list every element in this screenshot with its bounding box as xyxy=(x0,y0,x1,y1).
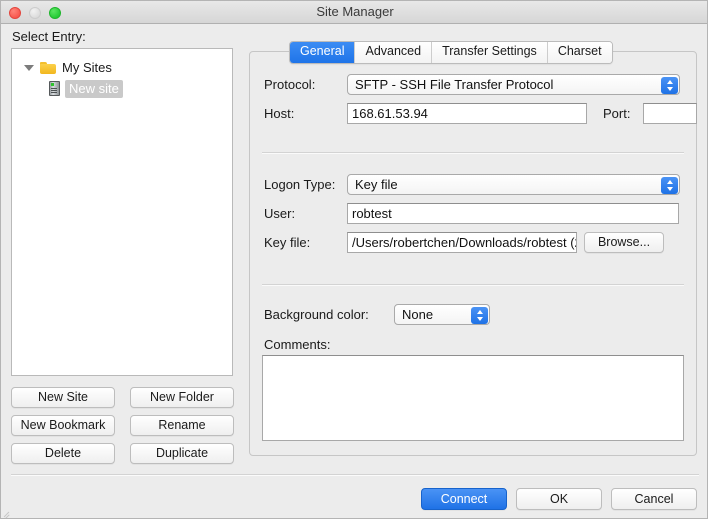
server-icon xyxy=(49,81,60,96)
chevron-updown-icon[interactable] xyxy=(661,176,678,194)
logon-type-label: Logon Type: xyxy=(264,177,336,192)
browse-button[interactable]: Browse... xyxy=(584,232,664,253)
window-title: Site Manager xyxy=(316,4,394,19)
background-color-label: Background color: xyxy=(264,307,369,322)
key-file-input[interactable]: /Users/robertchen/Downloads/robtest (2 xyxy=(347,232,577,253)
port-label: Port: xyxy=(603,106,631,121)
tab-charset[interactable]: Charset xyxy=(547,42,612,63)
folder-icon xyxy=(40,61,56,74)
host-label: Host: xyxy=(264,106,295,121)
tree-item-label: New site xyxy=(65,79,123,98)
connect-button[interactable]: Connect xyxy=(421,488,507,510)
ok-button[interactable]: OK xyxy=(516,488,602,510)
cancel-button[interactable]: Cancel xyxy=(611,488,697,510)
protocol-select[interactable]: SFTP - SSH File Transfer Protocol xyxy=(347,74,680,95)
site-tree-actions: New Site New Folder New Bookmark Rename … xyxy=(11,387,234,464)
site-tree[interactable]: My Sites New site xyxy=(11,48,233,376)
footer-actions: Connect OK Cancel xyxy=(421,488,697,510)
footer-divider xyxy=(11,474,699,476)
tree-item-label: My Sites xyxy=(62,60,112,75)
background-color-select[interactable]: None xyxy=(394,304,490,325)
divider-1 xyxy=(262,152,684,154)
logon-type-select[interactable]: Key file xyxy=(347,174,680,195)
key-file-row: Key file: /Users/robertchen/Downloads/ro… xyxy=(264,232,664,253)
host-input[interactable]: 168.61.53.94 xyxy=(347,103,587,124)
chevron-updown-icon[interactable] xyxy=(471,306,488,324)
new-folder-button[interactable]: New Folder xyxy=(130,387,234,408)
general-tab-panel: Protocol: SFTP - SSH File Transfer Proto… xyxy=(249,51,697,456)
rename-button[interactable]: Rename xyxy=(130,415,234,436)
user-row: User: robtest xyxy=(264,203,679,224)
port-input[interactable] xyxy=(643,103,697,124)
comments-label: Comments: xyxy=(264,337,331,352)
delete-button[interactable]: Delete xyxy=(11,443,115,464)
protocol-value: SFTP - SSH File Transfer Protocol xyxy=(355,77,554,92)
chevron-down-icon[interactable] xyxy=(24,62,35,73)
duplicate-button[interactable]: Duplicate xyxy=(130,443,234,464)
user-input[interactable]: robtest xyxy=(347,203,679,224)
host-row: Host: 168.61.53.94 Port: xyxy=(264,103,697,124)
divider-2 xyxy=(262,284,684,286)
comments-textarea[interactable] xyxy=(262,355,684,441)
resize-grip[interactable] xyxy=(3,508,12,517)
protocol-label: Protocol: xyxy=(264,77,316,92)
protocol-row: Protocol: SFTP - SSH File Transfer Proto… xyxy=(264,74,680,95)
tab-bar: General Advanced Transfer Settings Chars… xyxy=(289,41,613,64)
logon-type-value: Key file xyxy=(355,177,398,192)
tree-item-new-site[interactable]: New site xyxy=(12,79,232,98)
background-color-row: Background color: None xyxy=(264,304,490,325)
chevron-updown-icon[interactable] xyxy=(661,76,678,94)
title-bar: Site Manager xyxy=(1,1,707,24)
tab-general[interactable]: General xyxy=(290,42,356,63)
logon-type-row: Logon Type: Key file xyxy=(264,174,680,195)
new-site-button[interactable]: New Site xyxy=(11,387,115,408)
select-entry-label: Select Entry: xyxy=(12,29,86,44)
tree-item-my-sites[interactable]: My Sites xyxy=(12,58,232,77)
tab-advanced[interactable]: Advanced xyxy=(355,42,433,63)
background-color-value: None xyxy=(402,307,434,322)
tab-transfer-settings[interactable]: Transfer Settings xyxy=(432,42,548,63)
key-file-label: Key file: xyxy=(264,235,311,250)
site-manager-window: Site Manager Select Entry: My Sites New … xyxy=(0,0,708,519)
user-label: User: xyxy=(264,206,296,221)
new-bookmark-button[interactable]: New Bookmark xyxy=(11,415,115,436)
